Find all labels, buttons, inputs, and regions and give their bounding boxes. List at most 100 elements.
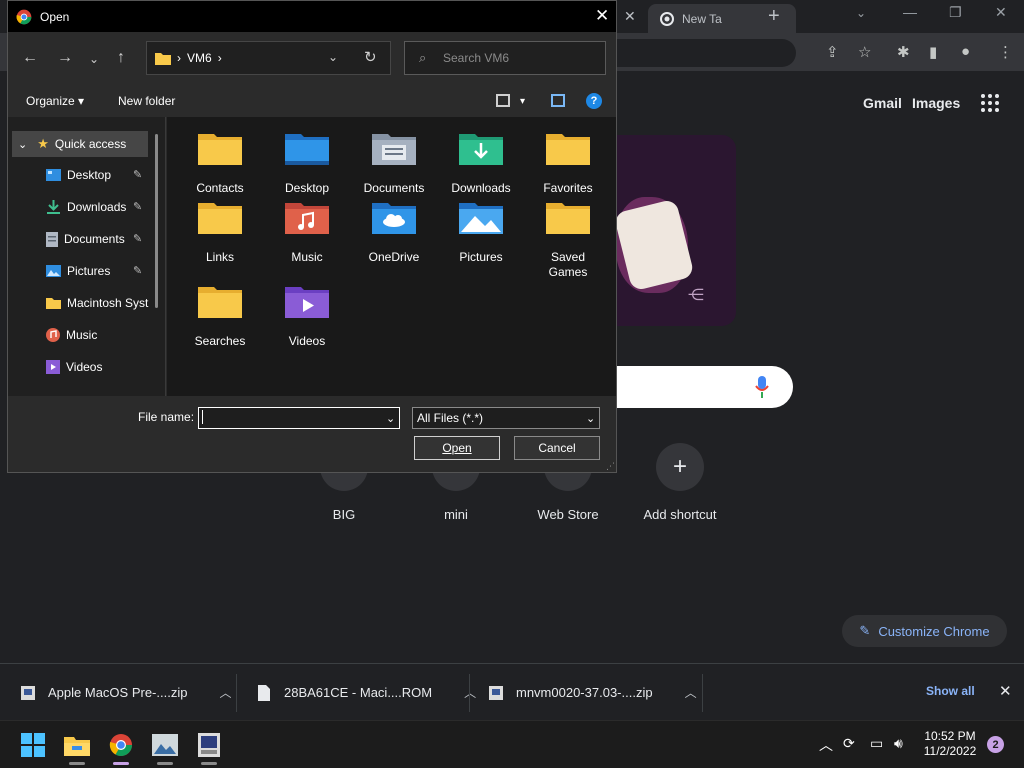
chrome-taskbar-icon[interactable] [107, 731, 135, 759]
shortcut-mini[interactable]: mini [406, 507, 506, 522]
folder-documents[interactable]: Documents [352, 131, 436, 196]
pin-icon[interactable]: ✎ [133, 168, 142, 181]
folder-videos[interactable]: Videos [265, 284, 349, 349]
nav-item-music[interactable]: Music [46, 324, 97, 346]
side-panel-icon[interactable]: ▮ [929, 43, 937, 61]
nav-scrollbar[interactable] [155, 134, 158, 308]
folder-label: Desktop [284, 181, 330, 195]
folder-desktop[interactable]: Desktop [265, 131, 349, 196]
customize-chrome-button[interactable]: ✎ Customize Chrome [842, 615, 1007, 647]
dialog-close-icon[interactable]: ✕ [595, 6, 609, 26]
music-folder-icon [285, 203, 329, 234]
file-explorer-icon[interactable] [63, 731, 91, 759]
chevron-down-icon[interactable]: ⌄ [18, 138, 27, 151]
address-bar[interactable]: › VM6 › [146, 41, 391, 75]
shortcut-big[interactable]: BIG [294, 507, 394, 522]
file-type-select[interactable]: All Files (*.*) [412, 407, 600, 429]
tray-chevron-up-icon[interactable]: ︿ [819, 735, 833, 755]
start-icon[interactable] [19, 731, 47, 759]
folder-searches[interactable]: Searches [178, 284, 262, 349]
search-input[interactable]: Search VM6 [404, 41, 606, 75]
photos-icon[interactable] [151, 731, 179, 759]
close-shelf-icon[interactable]: ✕ [999, 682, 1012, 700]
volume-icon[interactable]: 🔊︎ [894, 735, 903, 752]
preview-pane-icon[interactable] [551, 94, 565, 107]
folder-icon [198, 287, 242, 318]
omnibox[interactable] [616, 39, 796, 67]
images-link[interactable]: Images [912, 95, 960, 111]
breadcrumb-vm6[interactable]: VM6 [187, 51, 212, 65]
add-shortcut-button[interactable]: + [656, 443, 704, 491]
archive-app-icon[interactable] [195, 731, 223, 759]
gmail-link[interactable]: Gmail [863, 95, 902, 111]
sync-icon[interactable]: ⟳ [843, 735, 855, 752]
show-all-downloads[interactable]: Show all [926, 684, 975, 698]
folder-downloads[interactable]: Downloads [439, 131, 523, 196]
new-tab-button[interactable]: + [768, 5, 780, 28]
file-type-dropdown-icon[interactable]: ⌄ [586, 412, 595, 425]
folder-links[interactable]: Links [178, 200, 262, 265]
nav-item-pictures[interactable]: Pictures [46, 260, 110, 282]
download-item[interactable]: Apple MacOS Pre-....zip ︿ [20, 664, 231, 721]
file-name-dropdown-icon[interactable]: ⌄ [386, 412, 395, 425]
extensions-icon[interactable]: ✱ [897, 43, 910, 61]
google-doodle[interactable]: ⋲ [600, 135, 736, 326]
folder-pictures[interactable]: Pictures [439, 200, 523, 265]
share-page-icon[interactable]: ⇪ [826, 43, 839, 61]
network-icon[interactable]: ▭ [870, 735, 883, 752]
nav-item-documents[interactable]: Documents [46, 228, 125, 250]
nav-item-videos[interactable]: Videos [46, 356, 102, 378]
file-name-input[interactable] [198, 407, 400, 429]
change-view-icon[interactable] [496, 94, 510, 107]
tab-close-icon[interactable]: ✕ [624, 8, 636, 25]
folder-music[interactable]: Music [265, 200, 349, 265]
up-arrow-icon[interactable]: ↑ [117, 49, 125, 67]
new-folder-button[interactable]: New folder [118, 94, 175, 108]
minimize-icon[interactable]: — [903, 4, 917, 20]
nav-item-downloads[interactable]: Downloads [46, 196, 126, 218]
download-item[interactable]: 28BA61CE - Maci....ROM ︿ [256, 664, 476, 721]
chevron-up-icon[interactable]: ︿ [464, 684, 476, 701]
folder-contacts[interactable]: Contacts [178, 131, 262, 196]
organize-menu[interactable]: Organize ▾ [26, 94, 84, 108]
open-button[interactable]: Open [414, 436, 500, 460]
notification-badge[interactable]: 2 [987, 736, 1004, 753]
address-dropdown-icon[interactable]: ⌄ [328, 50, 338, 64]
folder-label: Searches [194, 334, 246, 348]
chevron-up-icon[interactable]: ︿ [685, 684, 697, 701]
chrome-menu-icon[interactable]: ⋮ [998, 43, 1013, 61]
download-item[interactable]: mnvm0020-37.03-....zip ︿ [488, 664, 697, 721]
cancel-button[interactable]: Cancel [514, 436, 600, 460]
mic-icon[interactable] [755, 376, 769, 398]
folder-onedrive[interactable]: OneDrive [352, 200, 436, 265]
view-options-chevron-icon[interactable]: ▾ [520, 96, 525, 107]
restore-icon[interactable]: ❐ [949, 4, 962, 21]
chrome-dialog-icon [16, 9, 32, 24]
window-close-icon[interactable]: ✕ [995, 4, 1007, 21]
folder-saved-games[interactable]: Saved Games [526, 200, 610, 280]
pin-icon[interactable]: ✎ [133, 232, 142, 245]
taskbar-clock[interactable]: 10:52 PM 11/2/2022 [917, 729, 983, 759]
bookmark-star-icon[interactable]: ☆ [858, 43, 871, 61]
nav-quick-access[interactable]: ⌄ ★ Quick access [12, 131, 148, 157]
pin-icon[interactable]: ✎ [133, 200, 142, 213]
google-apps-icon[interactable] [981, 94, 999, 112]
dialog-titlebar[interactable]: Open [8, 1, 616, 32]
profile-icon[interactable]: ● [961, 43, 970, 60]
help-icon[interactable]: ? [586, 93, 602, 109]
add-shortcut-label[interactable]: Add shortcut [630, 507, 730, 522]
chevron-up-icon[interactable]: ︿ [219, 684, 231, 701]
tab-search-icon[interactable]: ⌄ [856, 6, 866, 20]
pin-icon[interactable]: ✎ [133, 264, 142, 277]
share-icon[interactable]: ⋲ [688, 285, 704, 305]
resize-grip-icon[interactable]: ⋰ [606, 461, 615, 472]
nav-item-macintosh-syst[interactable]: Macintosh Syst [46, 292, 148, 314]
download-item-name: Apple MacOS Pre-....zip [48, 685, 188, 700]
recent-locations-chevron-icon[interactable]: ⌄ [89, 52, 99, 66]
shortcut-webstore[interactable]: Web Store [518, 507, 618, 522]
nav-item-desktop[interactable]: Desktop [46, 164, 111, 186]
forward-arrow-icon[interactable]: → [57, 49, 73, 67]
folder-favorites[interactable]: Favorites [526, 131, 610, 196]
refresh-icon[interactable]: ↻ [364, 48, 377, 66]
back-arrow-icon[interactable]: ← [22, 49, 38, 67]
